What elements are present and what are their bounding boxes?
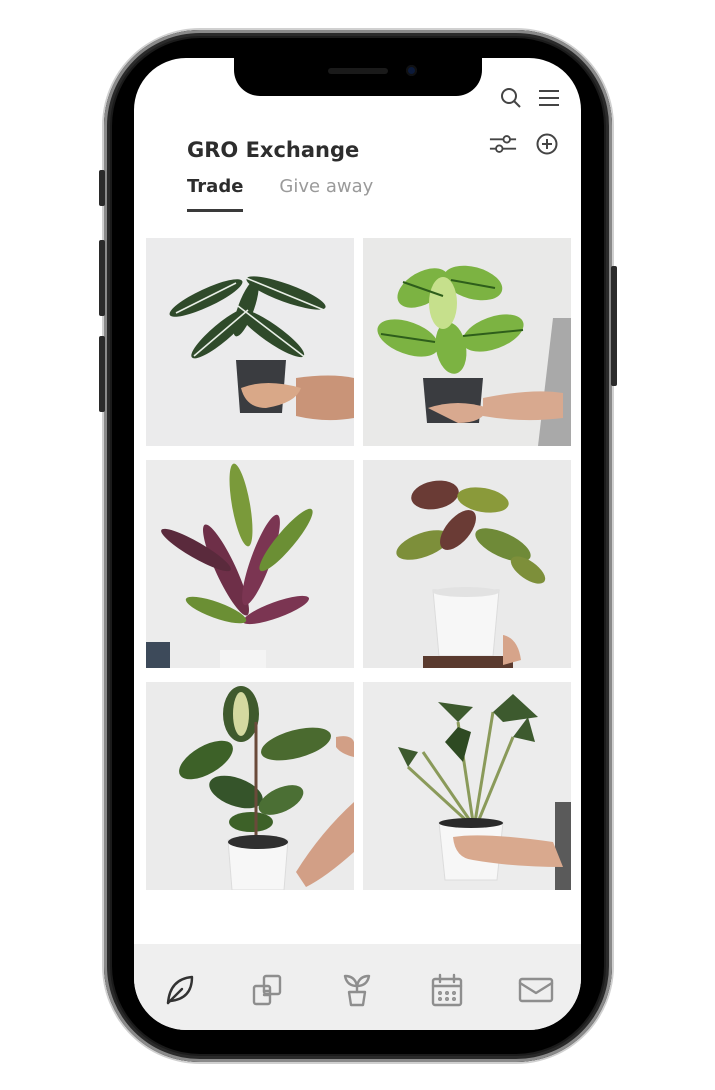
nav-mail[interactable]: [516, 970, 556, 1010]
mail-icon: [519, 977, 554, 1003]
plant-photo: [146, 682, 354, 890]
plant-listing-2[interactable]: [363, 238, 571, 446]
device-notch: [234, 58, 482, 96]
plant-listing-5[interactable]: [146, 682, 354, 890]
seedling-pot-icon: [344, 974, 371, 1007]
app-screen: GRO Exchange Trade Give away: [134, 58, 581, 1030]
mute-switch: [99, 170, 105, 206]
plant-listing-3[interactable]: [146, 460, 354, 668]
tab-give-away[interactable]: Give away: [279, 176, 373, 212]
add-circle-icon: [536, 133, 558, 155]
list-actions: [489, 130, 561, 158]
plant-listing-1[interactable]: [146, 238, 354, 446]
bottom-navigation: [134, 944, 581, 1030]
volume-up-button: [99, 240, 105, 316]
plant-photo: [363, 238, 571, 446]
exchange-icon: [252, 974, 282, 1006]
leaf-icon: [166, 975, 193, 1005]
tab-bar: Trade Give away: [187, 176, 373, 212]
plant-photo: [363, 460, 571, 668]
front-camera: [406, 65, 417, 76]
nav-seedling[interactable]: [337, 970, 377, 1010]
plant-grid: [146, 238, 572, 890]
header-actions: [497, 84, 563, 112]
plant-photo: [363, 682, 571, 890]
filter-button[interactable]: [489, 130, 517, 158]
nav-exchange[interactable]: [248, 970, 288, 1010]
search-icon: [501, 88, 521, 108]
nav-leaf[interactable]: [159, 970, 199, 1010]
menu-icon: [539, 90, 559, 106]
speaker-grille: [328, 68, 388, 74]
plant-listing-4[interactable]: [363, 460, 571, 668]
plant-listing-6[interactable]: [363, 682, 571, 890]
volume-down-button: [99, 336, 105, 412]
tab-trade[interactable]: Trade: [187, 176, 244, 212]
add-listing-button[interactable]: [533, 130, 561, 158]
page-title: GRO Exchange: [187, 138, 360, 162]
calendar-icon: [431, 973, 463, 1007]
search-button[interactable]: [497, 84, 525, 112]
filter-icon: [489, 135, 517, 153]
power-button: [611, 266, 617, 386]
menu-button[interactable]: [535, 84, 563, 112]
plant-photo: [146, 238, 354, 446]
plant-photo: [146, 460, 354, 668]
nav-calendar[interactable]: [427, 970, 467, 1010]
